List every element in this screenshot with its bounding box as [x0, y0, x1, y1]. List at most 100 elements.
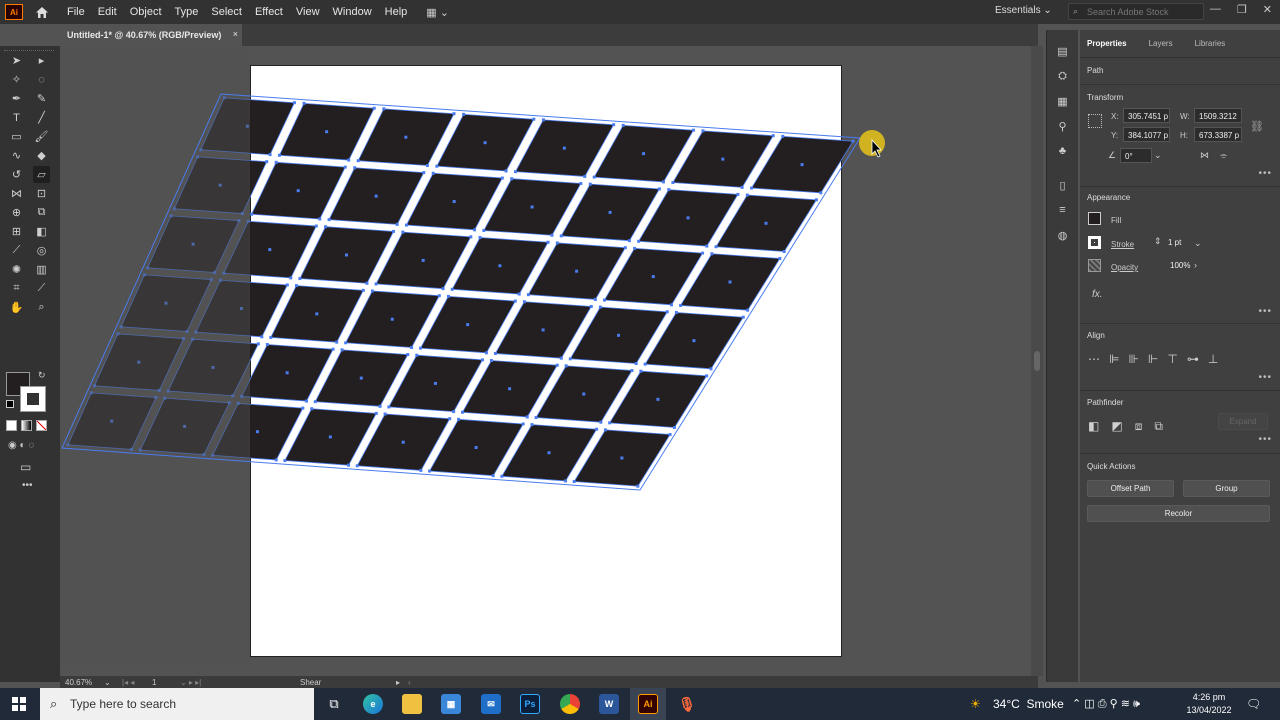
anchor-point[interactable] [446, 294, 450, 298]
minimize-icon[interactable]: — [1210, 3, 1221, 16]
anchor-point[interactable] [347, 158, 351, 162]
transform-more-icon[interactable]: ••• [1258, 168, 1272, 179]
anchor-point[interactable] [657, 187, 661, 191]
anchor-point[interactable] [491, 474, 495, 478]
store-icon[interactable]: ▦ [441, 694, 461, 714]
color-guide-icon[interactable]: ▦ [1055, 94, 1071, 108]
lasso-icon[interactable]: ◌ [33, 71, 50, 88]
stroke-label[interactable]: Stroke [1111, 240, 1134, 249]
magic-wand-icon[interactable]: ✧ [8, 71, 25, 88]
fx-icon[interactable]: fx. [1092, 289, 1103, 300]
opacity-label[interactable]: Opacity [1111, 263, 1138, 272]
anchor-point[interactable] [374, 282, 378, 286]
anchor-point[interactable] [462, 112, 466, 116]
anchor-point[interactable] [302, 101, 306, 105]
anchor-point[interactable] [669, 303, 673, 307]
stroke-weight-stepper-icon[interactable]: ⇕ [1154, 236, 1162, 247]
voice-recorder-icon[interactable]: 🎙 [677, 694, 697, 714]
stroke-swatch[interactable] [20, 386, 46, 412]
column-graph-icon[interactable]: ▥ [33, 261, 50, 278]
illustrator-taskbar-icon[interactable]: Ai [638, 694, 658, 714]
anchor-point[interactable] [353, 166, 357, 170]
anchor-point[interactable] [667, 188, 671, 192]
selection-tool-icon[interactable]: ➤ [8, 52, 25, 69]
anchor-point[interactable] [392, 229, 396, 233]
eraser-icon[interactable]: ◆ [33, 147, 50, 164]
direct-selection-tool-icon[interactable]: ▸ [33, 52, 50, 69]
anchor-point[interactable] [710, 252, 714, 256]
anchor-point[interactable] [643, 362, 647, 366]
none-mode-icon[interactable] [36, 420, 47, 431]
anchor-point[interactable] [428, 469, 432, 473]
rectangle-tool-icon[interactable]: ▭ [8, 128, 25, 145]
anchor-point[interactable] [331, 347, 335, 351]
anchor-point[interactable] [314, 224, 318, 228]
align-to-icon[interactable]: ⋯ [1088, 352, 1100, 366]
symbol-sprayer-icon[interactable]: ✺ [8, 261, 25, 278]
workspace-switcher[interactable]: Essentials ⌄ [995, 5, 1052, 16]
anchor-point[interactable] [564, 479, 568, 483]
anchor-point[interactable] [406, 353, 410, 357]
anchor-point[interactable] [356, 159, 360, 163]
anchor-point[interactable] [283, 459, 287, 463]
anchor-point[interactable] [532, 117, 536, 121]
anchor-point[interactable] [636, 484, 640, 488]
eyedropper-icon[interactable]: ⟋ [8, 242, 25, 259]
anchor-point[interactable] [372, 106, 376, 110]
menu-select[interactable]: Select [211, 6, 242, 18]
close-document-icon[interactable]: × [233, 29, 238, 39]
anchor-point[interactable] [481, 358, 485, 362]
anchor-point[interactable] [310, 407, 314, 411]
word-icon[interactable]: W [599, 694, 619, 714]
mail-icon[interactable]: ✉ [481, 694, 501, 714]
anchor-point[interactable] [782, 249, 786, 253]
y-field[interactable]: 384.1077 p [1123, 127, 1170, 142]
vertical-scrollbar[interactable] [1031, 46, 1043, 676]
anchor-point[interactable] [404, 223, 408, 227]
zoom-level[interactable]: 40.67% [65, 678, 92, 687]
anchor-point[interactable] [621, 123, 625, 127]
anchor-point[interactable] [298, 277, 302, 281]
anchor-point[interactable] [318, 217, 322, 221]
align-hcenter-icon[interactable]: ⊪ [1128, 352, 1138, 366]
constrain-proportions-icon[interactable]: ⛓ [1250, 120, 1264, 133]
exclude-icon[interactable]: ⧉ [1154, 419, 1163, 434]
anchor-point[interactable] [579, 181, 583, 185]
anchor-point[interactable] [500, 474, 504, 478]
anchor-point[interactable] [637, 239, 641, 243]
menu-help[interactable]: Help [385, 6, 408, 18]
gradient-panel-icon[interactable]: ▯ [1055, 178, 1071, 192]
default-colors-icon[interactable] [6, 400, 14, 408]
anchor-point[interactable] [819, 191, 823, 195]
anchor-point[interactable] [370, 289, 374, 293]
artboard-number[interactable]: 1 [152, 678, 156, 687]
anchor-point[interactable] [355, 464, 359, 468]
anchor-point[interactable] [415, 353, 419, 357]
anchor-point[interactable] [510, 177, 514, 181]
anchor-point[interactable] [374, 411, 378, 415]
anchor-point[interactable] [347, 463, 351, 467]
anchor-point[interactable] [484, 351, 488, 355]
menu-window[interactable]: Window [333, 6, 372, 18]
anchor-point[interactable] [450, 287, 454, 291]
anchor-point[interactable] [500, 176, 504, 180]
anchor-point[interactable] [623, 246, 627, 250]
anchor-point[interactable] [522, 300, 526, 304]
document-tab[interactable]: Untitled-1* @ 40.67% (RGB/Preview) × [60, 24, 242, 46]
anchor-point[interactable] [630, 369, 634, 373]
anchor-point[interactable] [478, 236, 482, 240]
anchor-point[interactable] [256, 342, 260, 346]
rotate-tool-icon[interactable]: ↺ [8, 166, 25, 183]
tray-tray-icons[interactable]: ⌃ ◫ ⎙ ⚲ ≋ 🕪 [1072, 697, 1140, 711]
anchor-point[interactable] [277, 153, 281, 157]
gradient-mode-icon[interactable] [21, 420, 32, 431]
anchor-point[interactable] [559, 356, 563, 360]
photoshop-icon[interactable]: Ps [520, 694, 540, 714]
anchor-point[interactable] [435, 164, 439, 168]
zoom-dropdown-icon[interactable]: ⌄ [104, 678, 111, 687]
anchor-point[interactable] [736, 192, 740, 196]
anchor-point[interactable] [504, 169, 508, 173]
anchor-point[interactable] [419, 468, 423, 472]
anchor-point[interactable] [361, 288, 365, 292]
color-mode-icon[interactable] [6, 420, 17, 431]
